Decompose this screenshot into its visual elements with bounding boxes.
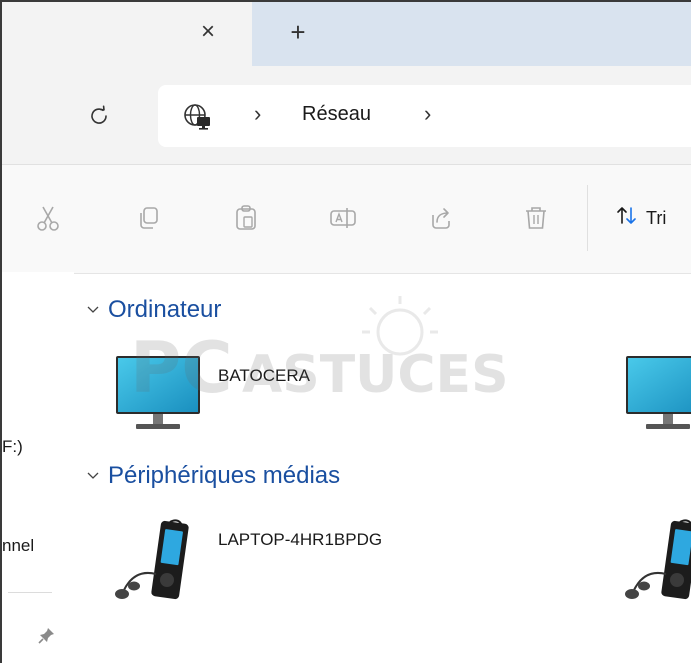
file-explorer-window: × + › Réseau › Tri F:) nnel Ordinateur B… xyxy=(0,0,691,663)
group-title: Ordinateur xyxy=(108,296,222,323)
address-bar[interactable]: › Réseau › xyxy=(158,85,691,147)
item-label-batocera[interactable]: BATOCERA xyxy=(218,366,310,386)
media-player-icon[interactable] xyxy=(620,514,691,609)
network-globe-icon xyxy=(180,100,214,134)
breadcrumb-network[interactable]: Réseau xyxy=(302,103,371,126)
sort-label: Tri xyxy=(646,208,667,228)
media-player-icon[interactable] xyxy=(110,514,210,609)
sort-button[interactable]: Tri xyxy=(614,203,666,234)
rename-icon[interactable] xyxy=(325,200,361,236)
share-icon[interactable] xyxy=(422,200,458,236)
paste-icon[interactable] xyxy=(228,200,264,236)
copy-icon[interactable] xyxy=(130,200,166,236)
delete-icon[interactable] xyxy=(518,200,554,236)
computer-monitor-icon[interactable] xyxy=(624,354,691,439)
group-title: Périphériques médias xyxy=(108,462,341,489)
new-tab-icon[interactable]: + xyxy=(282,16,314,48)
tab-active[interactable]: × xyxy=(2,2,252,68)
chevron-down-icon[interactable] xyxy=(86,469,100,483)
computer-monitor-icon[interactable] xyxy=(114,354,204,439)
nav-item-personnel[interactable]: nnel xyxy=(2,536,34,556)
pin-icon[interactable] xyxy=(38,626,56,649)
toolbar-divider xyxy=(587,185,588,251)
nav-item-drive[interactable]: F:) xyxy=(2,437,23,457)
navigation-pane: F:) nnel xyxy=(2,272,74,663)
group-header-ordinateur[interactable]: Ordinateur xyxy=(86,296,221,324)
cut-icon[interactable] xyxy=(30,200,66,236)
group-header-peripheriques-medias[interactable]: Périphériques médias xyxy=(86,462,340,490)
breadcrumb-separator[interactable]: › xyxy=(424,101,431,127)
tab-strip: × + xyxy=(2,2,691,68)
content-pane: Ordinateur BATOCERA Périphériques médias… xyxy=(74,272,691,663)
chevron-down-icon[interactable] xyxy=(86,303,100,317)
sort-arrows-icon xyxy=(614,203,640,234)
command-toolbar: Tri xyxy=(2,164,691,274)
nav-divider xyxy=(8,592,52,593)
item-label-laptop[interactable]: LAPTOP-4HR1BPDG xyxy=(218,530,382,550)
refresh-icon[interactable] xyxy=(82,99,116,133)
address-row: › Réseau › xyxy=(2,66,691,164)
breadcrumb-separator[interactable]: › xyxy=(254,101,261,127)
close-tab-icon[interactable]: × xyxy=(192,16,224,48)
